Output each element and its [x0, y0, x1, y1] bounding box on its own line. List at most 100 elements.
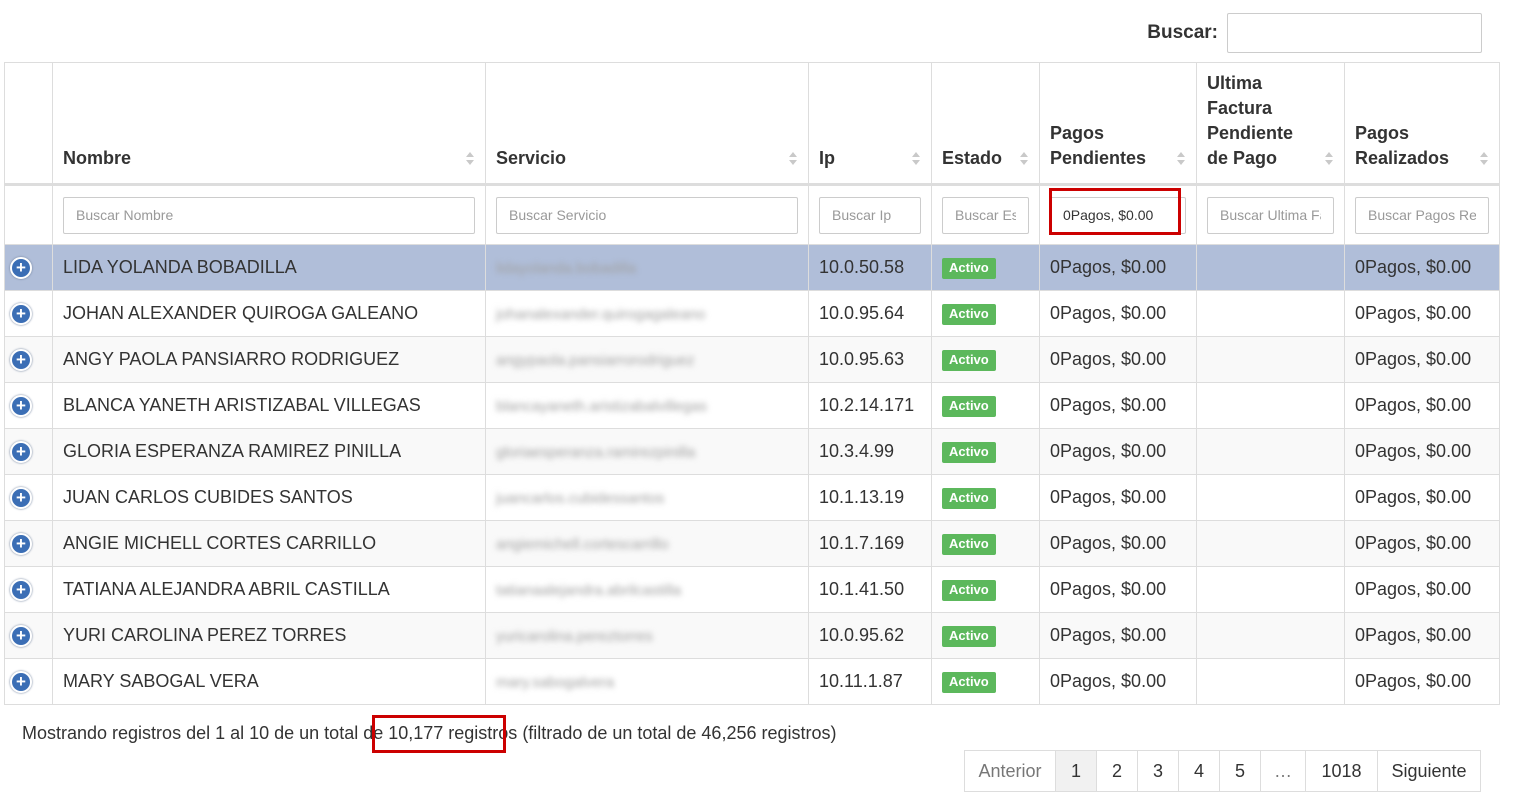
cell-pagos-realizados: 0Pagos, $0.00: [1344, 566, 1500, 613]
filter-cell: [1039, 184, 1197, 245]
header-pagos-pendientes[interactable]: Pagos Pendientes: [1039, 62, 1197, 186]
expand-cell[interactable]: +: [4, 658, 53, 705]
sort-icon[interactable]: [1325, 152, 1334, 166]
cell-pagos-pendientes: 0Pagos, $0.00: [1039, 244, 1197, 291]
table-row[interactable]: + JOHAN ALEXANDER QUIROGA GALEANO johanale…: [4, 290, 1500, 337]
header-label: Ultima Factura Pendiente de Pago: [1207, 73, 1294, 168]
pagination: Anterior 1 2 3 4 5 … 1018 Siguiente: [964, 750, 1481, 792]
filter-nombre-input[interactable]: [63, 196, 475, 234]
header-label: Ip: [819, 148, 835, 168]
cell-estado: Activo: [931, 336, 1040, 383]
page-button-2[interactable]: 2: [1096, 750, 1138, 792]
cell-estado: Activo: [931, 382, 1040, 429]
plus-circle-icon[interactable]: +: [10, 348, 32, 371]
page-button-4[interactable]: 4: [1178, 750, 1220, 792]
plus-circle-icon[interactable]: +: [10, 440, 32, 463]
cell-pagos-pendientes: 0Pagos, $0.00: [1039, 520, 1197, 567]
header-label: Pagos Realizados: [1355, 123, 1450, 168]
filter-cell: [1344, 184, 1500, 245]
cell-ultima-factura: [1196, 474, 1345, 521]
cell-pagos-realizados: 0Pagos, $0.00: [1344, 520, 1500, 567]
cell-estado: Activo: [931, 428, 1040, 475]
cell-pagos-realizados: 0Pagos, $0.00: [1344, 612, 1500, 659]
page-button-last[interactable]: 1018: [1305, 750, 1378, 792]
cell-nombre: JOHAN ALEXANDER QUIROGA GALEANO: [52, 290, 486, 337]
cell-estado: Activo: [931, 520, 1040, 567]
expand-cell[interactable]: +: [4, 520, 53, 567]
table-row[interactable]: + ANGIE MICHELL CORTES CARRILLO angiemiche…: [4, 520, 1500, 567]
table-row[interactable]: + GLORIA ESPERANZA RAMIREZ PINILLA gloriae…: [4, 428, 1500, 475]
cell-ultima-factura: [1196, 382, 1345, 429]
next-button[interactable]: Siguiente: [1377, 750, 1481, 792]
cell-nombre: ANGY PAOLA PANSIARRO RODRIGUEZ: [52, 336, 486, 383]
search-label: Buscar:: [1147, 22, 1218, 43]
cell-servicio: blancayaneth.aristizabalvillegas: [485, 382, 809, 429]
header-servicio[interactable]: Servicio: [485, 62, 809, 186]
expand-cell[interactable]: +: [4, 566, 53, 613]
header-label: Estado: [942, 148, 1003, 168]
expand-cell[interactable]: +: [4, 382, 53, 429]
previous-button[interactable]: Anterior: [964, 750, 1056, 792]
header-row: Nombre Servicio Ip Estado Pagos Pendient…: [4, 62, 1500, 186]
filter-ip-input[interactable]: [819, 196, 921, 234]
expand-cell[interactable]: +: [4, 336, 53, 383]
page-button-1[interactable]: 1: [1055, 750, 1097, 792]
plus-circle-icon[interactable]: +: [10, 578, 32, 601]
header-nombre[interactable]: Nombre: [52, 62, 486, 186]
filter-cell: [485, 184, 809, 245]
cell-nombre: ANGIE MICHELL CORTES CARRILLO: [52, 520, 486, 567]
filter-pagos-pendientes-input[interactable]: [1050, 196, 1186, 234]
expand-cell[interactable]: +: [4, 290, 53, 337]
plus-circle-icon[interactable]: +: [10, 624, 32, 647]
table-row[interactable]: + LIDA YOLANDA BOBADILLA lidayolanda.bobad…: [4, 244, 1500, 291]
cell-servicio: juancarlos.cubidessantos: [485, 474, 809, 521]
page-ellipsis: …: [1260, 750, 1306, 792]
filter-ultima-factura-input[interactable]: [1207, 196, 1334, 234]
plus-circle-icon[interactable]: +: [10, 302, 32, 325]
filter-cell: [52, 184, 486, 245]
filter-pagos-realizados-input[interactable]: [1355, 196, 1489, 234]
servicio-text: mary.sabogalvera: [496, 674, 615, 691]
page-button-5[interactable]: 5: [1219, 750, 1261, 792]
cell-ultima-factura: [1196, 658, 1345, 705]
page-button-3[interactable]: 3: [1137, 750, 1179, 792]
plus-circle-icon[interactable]: +: [10, 256, 32, 279]
cell-ip: 10.3.4.99: [808, 428, 932, 475]
table-row[interactable]: + YURI CAROLINA PEREZ TORRES yuricarolina.…: [4, 612, 1500, 659]
cell-pagos-realizados: 0Pagos, $0.00: [1344, 336, 1500, 383]
header-pagos-realizados[interactable]: Pagos Realizados: [1344, 62, 1500, 186]
header-ultima-factura[interactable]: Ultima Factura Pendiente de Pago: [1196, 62, 1345, 186]
status-badge: Activo: [942, 580, 996, 601]
table-row[interactable]: + MARY SABOGAL VERA mary.sabogalvera 10.11.…: [4, 658, 1500, 705]
table-row[interactable]: + JUAN CARLOS CUBIDES SANTOS juancarlos.cu…: [4, 474, 1500, 521]
cell-nombre: BLANCA YANETH ARISTIZABAL VILLEGAS: [52, 382, 486, 429]
cell-pagos-pendientes: 0Pagos, $0.00: [1039, 474, 1197, 521]
expand-cell[interactable]: +: [4, 244, 53, 291]
search-input[interactable]: [1227, 13, 1482, 53]
sort-icon[interactable]: [466, 152, 475, 166]
filter-servicio-input[interactable]: [496, 196, 798, 234]
cell-ip: 10.0.95.63: [808, 336, 932, 383]
table-row[interactable]: + BLANCA YANETH ARISTIZABAL VILLEGAS blanc…: [4, 382, 1500, 429]
header-estado[interactable]: Estado: [931, 62, 1040, 186]
header-label: Nombre: [63, 148, 132, 168]
expand-cell[interactable]: +: [4, 428, 53, 475]
cell-pagos-realizados: 0Pagos, $0.00: [1344, 290, 1500, 337]
plus-circle-icon[interactable]: +: [10, 532, 32, 555]
sort-icon[interactable]: [789, 152, 798, 166]
sort-icon[interactable]: [1480, 152, 1489, 166]
table-row[interactable]: + TATIANA ALEJANDRA ABRIL CASTILLA tatiana…: [4, 566, 1500, 613]
status-badge: Activo: [942, 396, 996, 417]
filter-row: [4, 184, 1500, 245]
table-row[interactable]: + ANGY PAOLA PANSIARRO RODRIGUEZ angypaola…: [4, 336, 1500, 383]
sort-icon[interactable]: [1020, 152, 1029, 166]
filter-estado-input[interactable]: [942, 196, 1029, 234]
plus-circle-icon[interactable]: +: [10, 486, 32, 509]
plus-circle-icon[interactable]: +: [10, 394, 32, 417]
sort-icon[interactable]: [1177, 152, 1186, 166]
plus-circle-icon[interactable]: +: [10, 670, 32, 693]
expand-cell[interactable]: +: [4, 612, 53, 659]
header-ip[interactable]: Ip: [808, 62, 932, 186]
expand-cell[interactable]: +: [4, 474, 53, 521]
sort-icon[interactable]: [912, 152, 921, 166]
